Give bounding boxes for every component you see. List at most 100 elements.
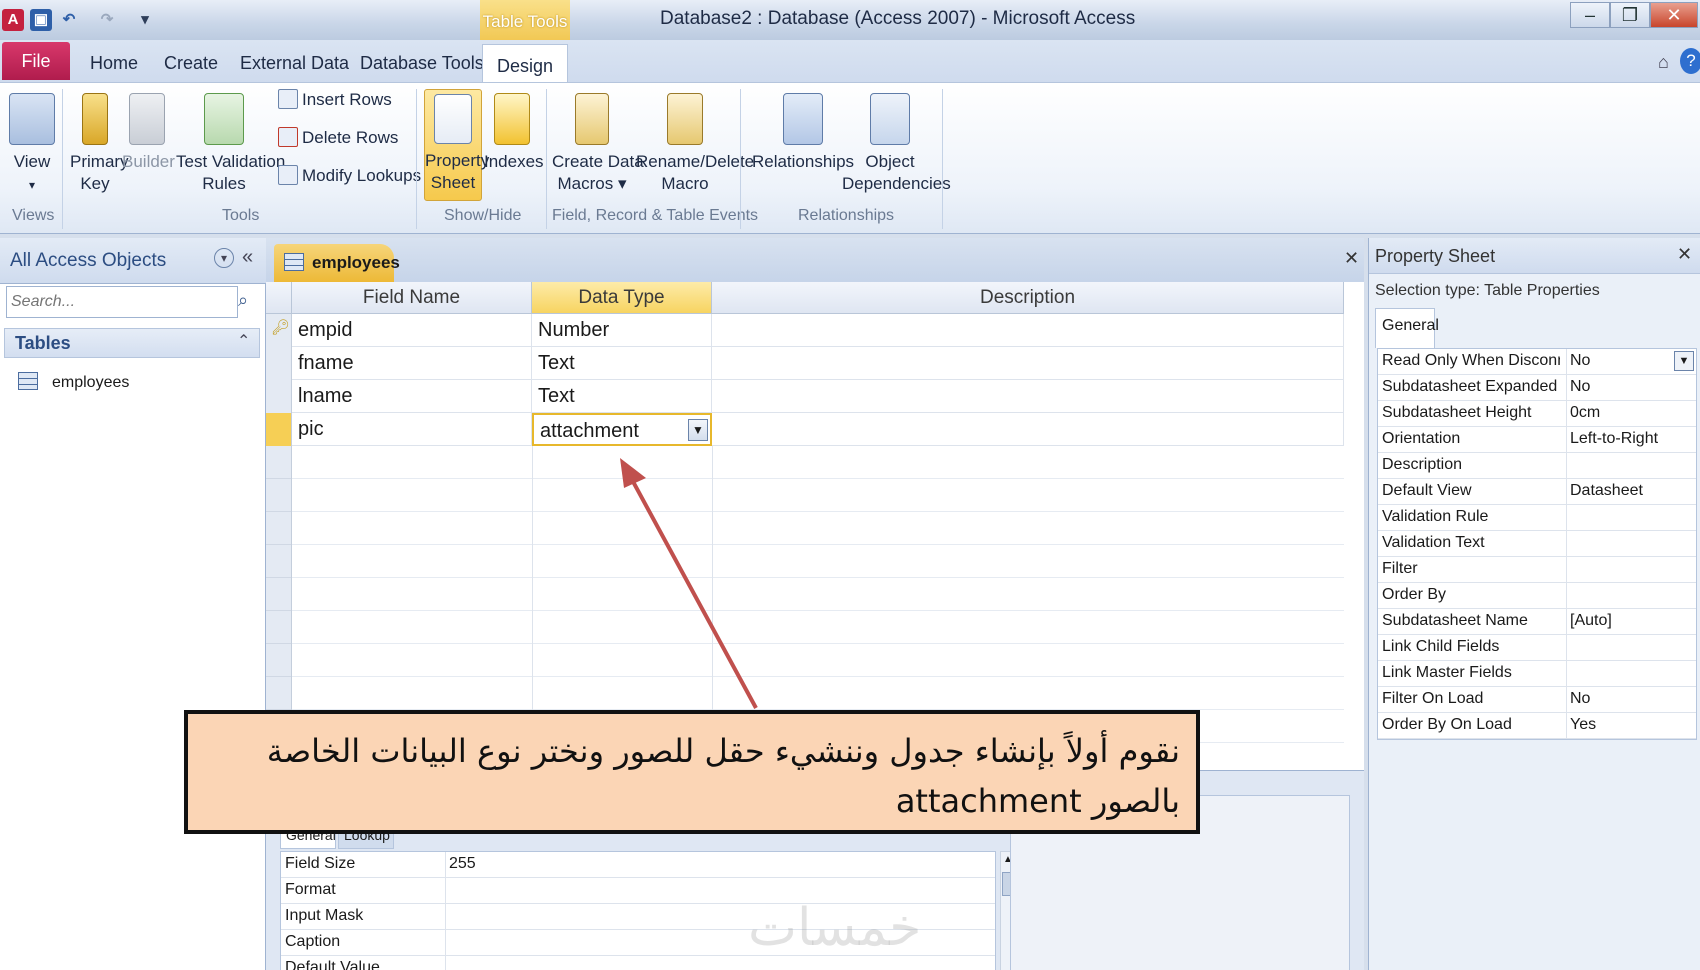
property-row[interactable]: Description (1378, 453, 1696, 479)
doc-tab-employees[interactable]: employees (274, 244, 400, 282)
field-name-cell[interactable]: pic (292, 413, 532, 446)
tab-database-tools[interactable]: Database Tools (360, 53, 484, 74)
table-row[interactable]: pic attachment ▼ (266, 413, 1344, 446)
property-key: Link Child Fields (1382, 638, 1500, 655)
property-row[interactable]: Read Only When Disconnected No ▼ (1378, 349, 1696, 375)
indexes-button[interactable]: Indexes (484, 93, 544, 173)
close-button[interactable]: ✕ (1650, 2, 1698, 28)
property-value[interactable]: No (1570, 378, 1590, 396)
builder-wand-icon (129, 93, 165, 145)
object-dependencies-button[interactable]: Object Dependencies (842, 93, 951, 195)
property-row[interactable]: Field Size 255 (281, 852, 995, 878)
delete-rows-button[interactable]: Delete Rows (278, 127, 398, 149)
create-data-macros-button[interactable]: Create Data Macros ▾ (552, 93, 644, 195)
minimize-button[interactable]: – (1570, 2, 1610, 28)
property-value[interactable]: No (1570, 690, 1590, 708)
property-row[interactable]: Order By On Load Yes (1378, 713, 1696, 739)
data-type-cell[interactable]: Number (532, 314, 712, 347)
rename-delete-macro-label: Rename/Delete Macro (636, 152, 755, 193)
description-cell[interactable] (712, 380, 1344, 413)
description-cell[interactable] (712, 314, 1344, 347)
property-row[interactable]: Default Value (281, 956, 995, 970)
row-selector[interactable]: 🔑︎ (266, 314, 292, 347)
property-row[interactable]: Validation Text (1378, 531, 1696, 557)
field-name-cell[interactable]: fname (292, 347, 532, 380)
table-row[interactable]: fname Text (266, 347, 1344, 380)
field-name-cell[interactable]: empid (292, 314, 532, 347)
object-dependencies-label: Object Dependencies (842, 152, 951, 193)
relationships-label: Relationships (751, 152, 855, 171)
undo-icon[interactable]: ↶ (58, 9, 80, 31)
tab-home[interactable]: Home (90, 53, 138, 74)
nav-menu-dropdown-icon[interactable]: ▾ (214, 248, 234, 268)
property-row[interactable]: Validation Rule (1378, 505, 1696, 531)
view-button[interactable]: View ▾ (6, 93, 58, 196)
collapse-pane-icon[interactable]: « (242, 246, 253, 269)
builder-button[interactable]: Builder (122, 93, 175, 173)
property-value[interactable]: 0cm (1570, 404, 1600, 422)
row-selector[interactable] (266, 347, 292, 380)
validation-check-icon (204, 93, 244, 145)
property-key: Default Value (285, 959, 380, 970)
close-document-icon[interactable]: ✕ (1344, 248, 1359, 269)
nav-item-employees[interactable]: employees (18, 368, 248, 398)
tab-external-data[interactable]: External Data (240, 53, 349, 74)
property-value[interactable]: Yes (1570, 716, 1596, 734)
table-row[interactable]: 🔑︎ empid Number (266, 314, 1344, 347)
ribbon-minimize-icon[interactable]: ⌂ (1658, 52, 1669, 73)
nav-pane-header[interactable]: All Access Objects ▾ « (0, 238, 266, 284)
property-value[interactable]: Left-to-Right (1570, 430, 1658, 448)
property-row[interactable]: Subdatasheet Height 0cm (1378, 401, 1696, 427)
row-selector[interactable] (266, 380, 292, 413)
access-app-icon[interactable]: A (2, 9, 24, 31)
close-property-sheet-icon[interactable]: ✕ (1677, 244, 1692, 265)
help-icon[interactable]: ? (1680, 48, 1700, 74)
property-row[interactable]: Default View Datasheet (1378, 479, 1696, 505)
tab-design[interactable]: Design (482, 44, 568, 84)
description-cell[interactable] (712, 347, 1344, 380)
tab-file[interactable]: File (2, 42, 70, 80)
table-row[interactable]: lname Text (266, 380, 1344, 413)
nav-search-input[interactable] (6, 286, 238, 318)
description-cell[interactable] (712, 413, 1344, 446)
property-value[interactable]: [Auto] (1570, 612, 1612, 630)
property-row[interactable]: Order By (1378, 583, 1696, 609)
modify-lookups-button[interactable]: Modify Lookups (278, 165, 421, 187)
search-icon[interactable]: ⌕ (238, 290, 248, 311)
primary-key-button[interactable]: Primary Key (70, 93, 129, 195)
property-row[interactable]: Subdatasheet Name [Auto] (1378, 609, 1696, 635)
property-sheet-button[interactable]: Property Sheet (424, 89, 489, 201)
data-macro-icon (575, 93, 609, 145)
lightning-indexes-icon (494, 93, 530, 145)
data-type-cell[interactable]: Text (532, 347, 712, 380)
customize-quick-access-icon[interactable]: ▾ (134, 9, 156, 31)
field-name-cell[interactable]: lname (292, 380, 532, 413)
property-row[interactable]: Link Child Fields (1378, 635, 1696, 661)
tab-create[interactable]: Create (164, 53, 218, 74)
property-value[interactable]: 255 (449, 855, 476, 873)
property-row[interactable]: Subdatasheet Expanded No (1378, 375, 1696, 401)
property-value[interactable]: No (1570, 352, 1590, 370)
insert-rows-button[interactable]: Insert Rows (278, 89, 392, 111)
chevron-down-icon[interactable]: ▼ (688, 419, 708, 441)
collapse-group-icon[interactable]: ⌃ (237, 331, 250, 351)
restore-button[interactable]: ❐ (1610, 2, 1650, 28)
delete-rows-label: Delete Rows (302, 128, 399, 147)
property-row[interactable]: Link Master Fields (1378, 661, 1696, 687)
chevron-down-icon[interactable]: ▼ (1674, 351, 1694, 371)
test-validation-rules-button[interactable]: Test Validation Rules (176, 93, 285, 195)
nav-group-tables[interactable]: Tables ⌃ (4, 328, 260, 358)
save-icon[interactable]: ▣ (30, 9, 52, 31)
data-type-combo[interactable]: attachment ▼ (532, 413, 712, 446)
key-icon (82, 93, 108, 145)
property-value[interactable]: Datasheet (1570, 482, 1643, 500)
tab-general[interactable]: General (1375, 308, 1439, 348)
property-row[interactable]: Filter On Load No (1378, 687, 1696, 713)
property-row[interactable]: Orientation Left-to-Right (1378, 427, 1696, 453)
row-selector-header (266, 282, 292, 314)
row-selector-current[interactable] (266, 413, 292, 446)
redo-icon[interactable]: ↷ (96, 9, 118, 31)
data-type-cell[interactable]: Text (532, 380, 712, 413)
property-row[interactable]: Filter (1378, 557, 1696, 583)
rename-delete-macro-button[interactable]: Rename/Delete Macro (636, 93, 754, 195)
